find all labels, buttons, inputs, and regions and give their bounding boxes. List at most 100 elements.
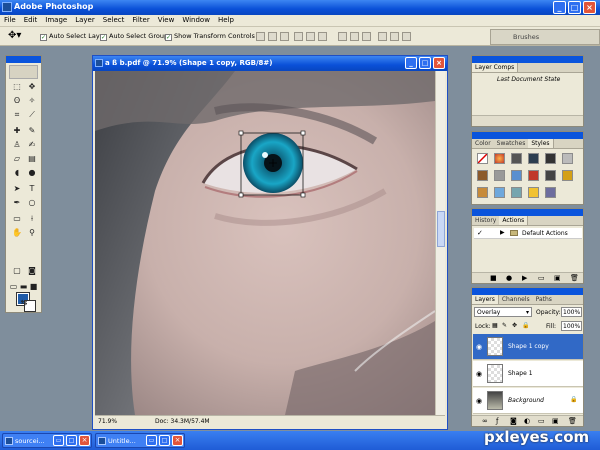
mask-icon[interactable]: ◙ — [510, 417, 517, 425]
new-layer-icon[interactable]: ▣ — [552, 417, 559, 425]
auto-select-layer-checkbox[interactable]: ✓ Auto Select Layer — [40, 32, 106, 41]
style-swatch[interactable] — [511, 187, 522, 198]
record-icon[interactable]: ● — [506, 274, 512, 282]
screen-mode-full-icon[interactable]: ■ — [28, 280, 39, 293]
style-swatch[interactable] — [494, 170, 505, 181]
task-close-button[interactable]: × — [79, 435, 90, 446]
magic-wand-icon[interactable]: ✧ — [25, 94, 39, 107]
eyedropper-icon[interactable]: ⟊ — [25, 212, 39, 225]
layer-row-shape-1[interactable]: ◉ Shape 1 — [473, 361, 583, 387]
style-swatch[interactable] — [511, 153, 522, 164]
eye-icon[interactable]: ◉ — [476, 343, 482, 351]
taskbar-item-untitled[interactable]: Untitle... ▭ □ × — [95, 433, 185, 448]
menu-filter[interactable]: Filter — [128, 15, 153, 24]
eye-icon[interactable]: ◉ — [476, 397, 482, 405]
align-bottom-icon[interactable] — [280, 32, 289, 41]
style-swatch[interactable] — [477, 187, 488, 198]
tab-history[interactable]: History — [472, 216, 499, 225]
tab-swatches[interactable]: Swatches — [494, 139, 529, 148]
distribute-left-icon[interactable] — [378, 32, 387, 41]
doc-close-button[interactable]: × — [433, 57, 445, 69]
menu-layer[interactable]: Layer — [71, 15, 99, 24]
taskbar-item-sourcei[interactable]: sourcei... ▭ □ × — [2, 433, 92, 448]
style-swatch[interactable] — [511, 170, 522, 181]
zoom-tool-icon[interactable]: ⚲ — [25, 226, 39, 239]
gradient-tool-icon[interactable]: ▤ — [25, 152, 39, 165]
distribute-hcenter-icon[interactable] — [390, 32, 399, 41]
scrollbar-thumb[interactable] — [437, 211, 445, 247]
style-swatch[interactable] — [528, 170, 539, 181]
style-swatch[interactable] — [562, 170, 573, 181]
hand-tool-icon[interactable]: ✋ — [10, 226, 24, 239]
standard-mode-icon[interactable]: ▢ — [10, 264, 24, 277]
distribute-bottom-icon[interactable] — [362, 32, 371, 41]
style-swatch[interactable] — [494, 187, 505, 198]
style-swatch[interactable] — [545, 170, 556, 181]
task-maximize-button[interactable]: □ — [159, 435, 170, 446]
expand-triangle-icon[interactable]: ▶ — [500, 229, 505, 236]
fx-icon[interactable]: ƒ — [496, 417, 498, 425]
tab-styles[interactable]: Styles — [528, 139, 554, 148]
brushes-tab[interactable]: Brushes — [513, 33, 539, 41]
distribute-vcenter-icon[interactable] — [350, 32, 359, 41]
vertical-scrollbar[interactable] — [435, 71, 445, 415]
panel-header[interactable] — [472, 56, 583, 63]
move-tool-icon[interactable]: ✥ — [25, 80, 39, 93]
lock-position-icon[interactable]: ✥ — [512, 322, 517, 329]
task-maximize-button[interactable]: □ — [66, 435, 77, 446]
align-right-icon[interactable] — [318, 32, 327, 41]
minimize-button[interactable]: _ — [553, 1, 566, 14]
document-title-bar[interactable]: a ß b.pdf @ 71.9% (Shape 1 copy, RGB/8#)… — [93, 56, 447, 71]
trash-icon[interactable]: 🗑 — [568, 417, 577, 425]
play-icon[interactable]: ▶ — [522, 274, 527, 282]
checkmark-icon[interactable]: ✓ — [477, 229, 483, 237]
tab-channels[interactable]: Channels — [499, 295, 533, 304]
pen-tool-icon[interactable]: ✒ — [10, 196, 24, 209]
close-button[interactable]: × — [583, 1, 596, 14]
zoom-level[interactable]: 71.9% — [98, 418, 117, 425]
style-swatch[interactable] — [528, 187, 539, 198]
brush-tool-icon[interactable]: ✎ — [25, 124, 39, 137]
layer-row-background[interactable]: ◉ Background 🔒 — [473, 388, 583, 414]
lock-transparency-icon[interactable]: ▦ — [492, 322, 498, 329]
distribute-right-icon[interactable] — [402, 32, 411, 41]
new-set-icon[interactable]: ▭ — [538, 274, 545, 282]
style-swatch[interactable] — [562, 153, 573, 164]
style-swatch[interactable] — [477, 170, 488, 181]
lasso-tool-icon[interactable]: ʘ — [10, 94, 24, 107]
task-close-button[interactable]: × — [172, 435, 183, 446]
opacity-input[interactable]: 100% — [561, 307, 582, 317]
auto-select-groups-checkbox[interactable]: ✓ Auto Select Groups — [100, 32, 171, 41]
tab-layers[interactable]: Layers — [472, 295, 499, 304]
doc-maximize-button[interactable]: □ — [419, 57, 431, 69]
panel-header[interactable] — [472, 209, 583, 216]
style-swatch[interactable] — [545, 187, 556, 198]
lock-all-icon[interactable]: 🔒 — [522, 322, 529, 329]
action-set-row[interactable]: ✓ ▶ Default Actions — [474, 228, 582, 239]
lock-pixels-icon[interactable]: ✎ — [502, 322, 507, 329]
stop-icon[interactable]: ■ — [490, 274, 497, 282]
tab-layer-comps[interactable]: Layer Comps — [472, 63, 519, 72]
layer-comp-item[interactable]: Last Document State — [475, 76, 579, 86]
tab-actions[interactable]: Actions — [499, 216, 529, 225]
adjustment-icon[interactable]: ◐ — [524, 417, 530, 425]
align-vcenter-icon[interactable] — [268, 32, 277, 41]
new-action-icon[interactable]: ▣ — [554, 274, 561, 282]
panel-header[interactable] — [472, 132, 583, 139]
align-left-icon[interactable] — [294, 32, 303, 41]
menu-view[interactable]: View — [154, 15, 179, 24]
fill-input[interactable]: 100% — [561, 321, 582, 331]
style-swatch-none[interactable] — [477, 153, 488, 164]
clone-stamp-icon[interactable]: ♙ — [10, 138, 24, 151]
maximize-button[interactable]: □ — [568, 1, 581, 14]
layer-row-shape-1-copy[interactable]: ◉ Shape 1 copy — [473, 334, 583, 360]
shape-tool-icon[interactable]: ○ — [25, 196, 39, 209]
blur-tool-icon[interactable]: ◖ — [10, 166, 24, 179]
blend-mode-select[interactable]: Overlay ▾ — [474, 307, 532, 317]
task-restore-button[interactable]: ▭ — [146, 435, 157, 446]
eye-icon[interactable]: ◉ — [476, 370, 482, 378]
history-brush-icon[interactable]: ✍ — [25, 138, 39, 151]
brushes-palette-well[interactable]: Brushes — [490, 29, 600, 45]
link-icon[interactable]: ∞ — [482, 417, 488, 425]
panel-header[interactable] — [472, 288, 583, 295]
